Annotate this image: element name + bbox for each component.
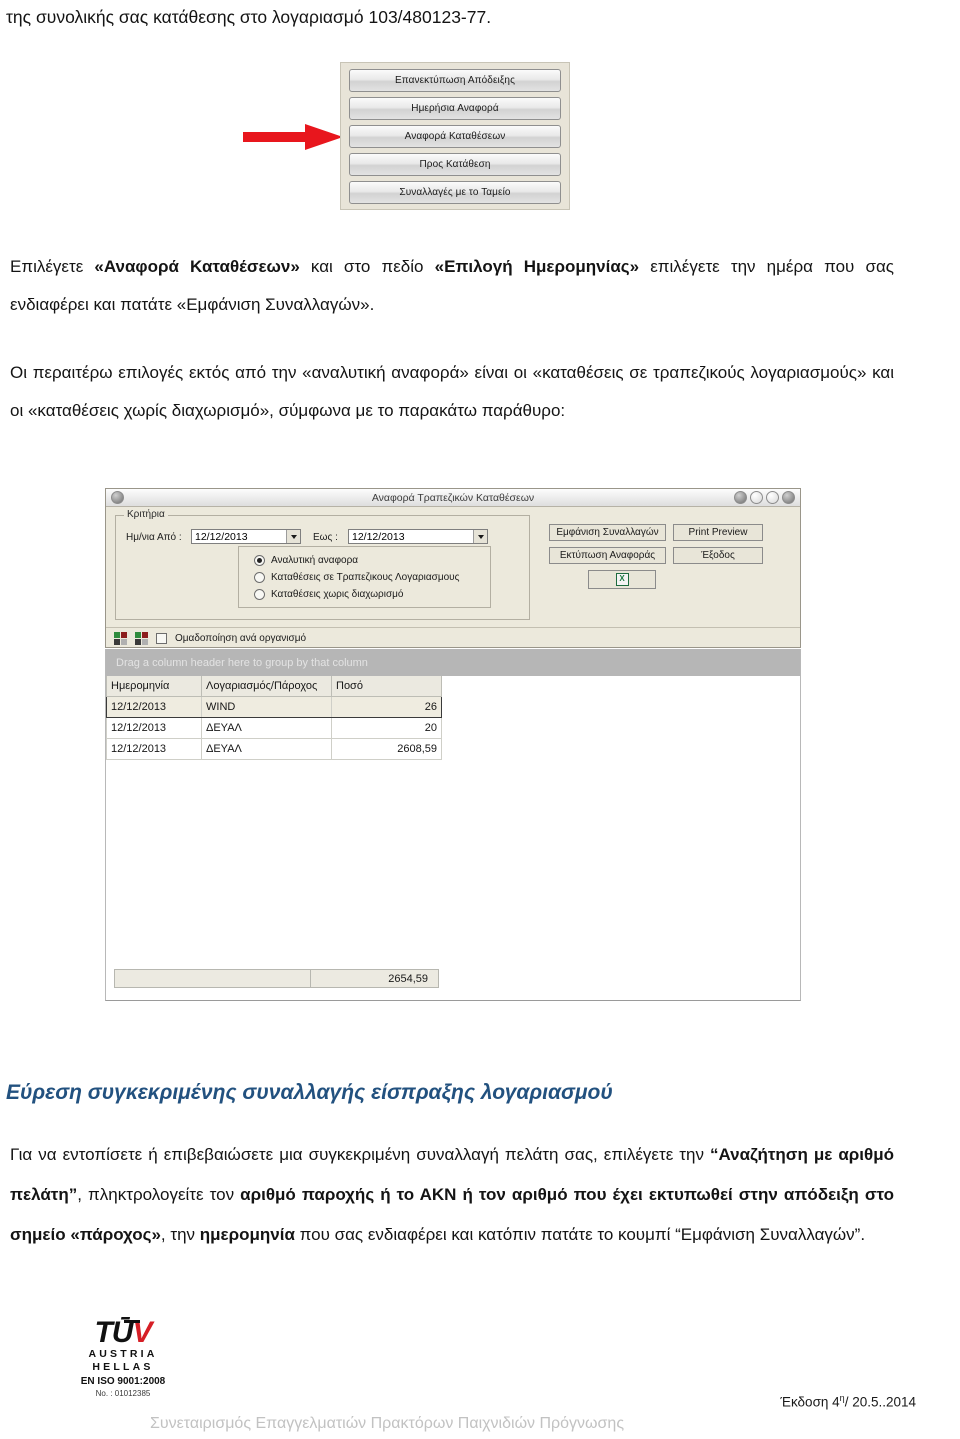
sec-text-c: , την <box>160 1225 200 1244</box>
window-body: Κριτήρια Ημ/νια Από : 12/12/2013 Εως : 1… <box>106 507 800 649</box>
edition-date: / 20.5..2014 <box>844 1394 916 1410</box>
radio-deposits-without-separation[interactable]: Καταθέσεις χωρις διαχωρισμό <box>254 586 490 603</box>
cell-amount: 20 <box>331 717 442 739</box>
group-by-drop-panel[interactable]: Drag a column header here to group by th… <box>106 649 800 676</box>
column-header-account[interactable]: Λογαριασμός/Πάροχος <box>201 676 332 697</box>
radio-deposits-to-bank-accounts[interactable]: Καταθέσεις σε Τραπεζικους Λογαριασμους <box>254 569 490 586</box>
cell-amount: 26 <box>331 696 442 718</box>
cell-account: ΔΕΥΑΛ <box>201 717 332 739</box>
window-controls <box>734 491 795 504</box>
table-row[interactable]: 12/12/2013 ΔΕΥΑΛ 2608,59 <box>106 738 442 760</box>
table-header-row: Ημερομηνία Λογαριασμός/Πάροχος Ποσό <box>106 676 442 697</box>
grid-summary-blank <box>115 970 310 987</box>
cell-amount: 2608,59 <box>331 738 442 760</box>
cell-account: ΔΕΥΑΛ <box>201 738 332 760</box>
window-toolbar: Ομαδοποίηση ανά οργανισμό <box>106 627 800 649</box>
bank-deposits-report-window: Αναφορά Τραπεζικών Καταθέσεων Κριτήρια Η… <box>105 488 801 648</box>
panel-button-cashier-transactions[interactable]: Συναλλαγές με το Ταμείο <box>349 181 561 204</box>
window-restore-icon[interactable] <box>750 491 763 504</box>
radio-icon <box>254 555 265 566</box>
p1-text-a: Επιλέγετε <box>10 257 95 276</box>
grid-summary-footer: 2654,59 <box>114 969 439 988</box>
group-panel-hint: Drag a column header here to group by th… <box>116 656 368 669</box>
column-header-date[interactable]: Ημερομηνία <box>106 676 202 697</box>
results-grid-region: Drag a column header here to group by th… <box>105 649 801 1001</box>
sec-text-b: , πληκτρολογείτε τον <box>77 1185 241 1204</box>
page-top-text: της συνολικής σας κατάθεσης στο λογαριασ… <box>6 7 492 27</box>
panel-button-to-deposit[interactable]: Προς Κατάθεση <box>349 153 561 176</box>
paragraph-two: Οι περαιτέρω επιλογές εκτός από την «ανα… <box>10 363 894 420</box>
excel-icon: X <box>615 573 629 586</box>
panel-button-reprint-receipt[interactable]: Επανεκτύπωση Απόδειξης <box>349 69 561 92</box>
window-maximize-icon[interactable] <box>766 491 779 504</box>
window-titlebar: Αναφορά Τραπεζικών Καταθέσεων <box>106 489 800 507</box>
window-minimize-icon[interactable] <box>734 491 747 504</box>
panel-button-daily-report[interactable]: Ημερήσια Αναφορά <box>349 97 561 120</box>
radio-label: Καταθέσεις σε Τραπεζικους Λογαριασμους <box>271 572 460 583</box>
cell-date: 12/12/2013 <box>106 738 202 760</box>
chevron-down-icon[interactable] <box>286 530 300 543</box>
radio-label: Αναλυτική αναφορα <box>271 555 359 566</box>
tuv-wordmark: TŪV <box>94 1316 152 1349</box>
sec-text-d: που σας ενδιαφέρει και κατόπιν πατάτε το… <box>294 1225 866 1244</box>
group-by-organization-label: Ομαδοποίηση ανά οργανισμό <box>175 633 307 644</box>
chevron-down-icon[interactable] <box>473 530 487 543</box>
radio-label: Καταθέσεις χωρις διαχωρισμό <box>271 589 404 600</box>
radio-icon <box>254 589 265 600</box>
p1-text-b: και στο πεδίο <box>299 257 435 276</box>
group-by-organization-checkbox[interactable] <box>156 633 167 644</box>
print-preview-button[interactable]: Print Preview <box>673 524 763 541</box>
paragraph-one: Επιλέγετε «Αναφορά Καταθέσεων» και στο π… <box>10 248 894 324</box>
window-close-icon[interactable] <box>782 491 795 504</box>
print-report-button[interactable]: Εκτύπωση Αναφοράς <box>549 547 666 564</box>
date-from-value: 12/12/2013 <box>195 530 248 543</box>
report-type-radio-group: Αναλυτική αναφορα Καταθέσεις σε Τραπεζικ… <box>238 546 491 608</box>
section-heading: Εύρεση συγκεκριμένης συναλλαγής είσπραξη… <box>6 1081 613 1104</box>
criteria-legend: Κριτήρια <box>124 509 168 520</box>
red-arrow-annotation <box>243 124 343 150</box>
date-to-label: Εως : <box>313 532 338 543</box>
column-header-amount[interactable]: Ποσό <box>331 676 442 697</box>
cell-date: 12/12/2013 <box>106 717 202 739</box>
save-layout-icon[interactable] <box>114 632 127 645</box>
grid-total-amount: 2654,59 <box>310 970 438 987</box>
p1-bold-deposits-report: «Αναφορά Καταθέσεων» <box>94 257 300 276</box>
section-body-paragraph: Για να εντοπίσετε ή επιβεβαιώσετε μια συ… <box>10 1135 894 1255</box>
exit-button[interactable]: Έξοδος <box>673 547 763 564</box>
menu-button-panel: Επανεκτύπωση Απόδειξης Ημερήσια Αναφορά … <box>340 62 570 210</box>
sec-bold-date: ημερομηνία <box>199 1225 295 1244</box>
sec-text-a: Για να εντοπίσετε ή επιβεβαιώσετε μια συ… <box>10 1145 710 1164</box>
table-row[interactable]: 12/12/2013 ΔΕΥΑΛ 20 <box>106 717 442 739</box>
export-to-excel-button[interactable]: X <box>588 570 656 589</box>
radio-analytic-report[interactable]: Αναλυτική αναφορα <box>254 552 490 569</box>
macron-accent <box>124 1320 141 1323</box>
date-from-combo[interactable]: 12/12/2013 <box>191 529 301 544</box>
date-to-combo[interactable]: 12/12/2013 <box>348 529 488 544</box>
tuv-certification-logo: TŪV AUSTRIA HELLAS EN ISO 9001:2008 No. … <box>58 1316 188 1399</box>
deposits-table: Ημερομηνία Λογαριασμός/Πάροχος Ποσό 12/1… <box>106 676 442 760</box>
p1-bold-date-selection: «Επιλογή Ημερομηνίας» <box>434 257 640 276</box>
date-to-value: 12/12/2013 <box>352 530 405 543</box>
tuv-iso-standard: EN ISO 9001:2008 <box>80 1376 166 1387</box>
tuv-hellas-label: HELLAS <box>92 1361 154 1373</box>
cell-date: 12/12/2013 <box>106 696 202 718</box>
criteria-groupbox: Κριτήρια Ημ/νια Από : 12/12/2013 Εως : 1… <box>115 509 530 620</box>
document-edition: Έκδοση 4η/ 20.5..2014 <box>780 1393 916 1410</box>
tuv-certificate-number: No. : 01012385 <box>95 1389 151 1398</box>
edition-label: Έκδοση 4 <box>780 1394 840 1410</box>
show-transactions-button[interactable]: Εμφάνιση Συναλλαγών <box>549 524 666 541</box>
panel-button-deposits-report[interactable]: Αναφορά Καταθέσεων <box>349 125 561 148</box>
load-layout-icon[interactable] <box>135 632 148 645</box>
window-title: Αναφορά Τραπεζικών Καταθέσεων <box>371 491 535 504</box>
tuv-austria-label: AUSTRIA <box>88 1348 158 1360</box>
radio-icon <box>254 572 265 583</box>
footer-organization-name: Συνεταιρισμός Επαγγελματιών Πρακτόρων Πα… <box>150 1415 625 1432</box>
cell-account: WIND <box>201 696 332 718</box>
window-menu-icon[interactable] <box>111 491 124 504</box>
date-from-label: Ημ/νια Από : <box>126 532 182 543</box>
table-row[interactable]: 12/12/2013 WIND 26 <box>106 696 442 718</box>
